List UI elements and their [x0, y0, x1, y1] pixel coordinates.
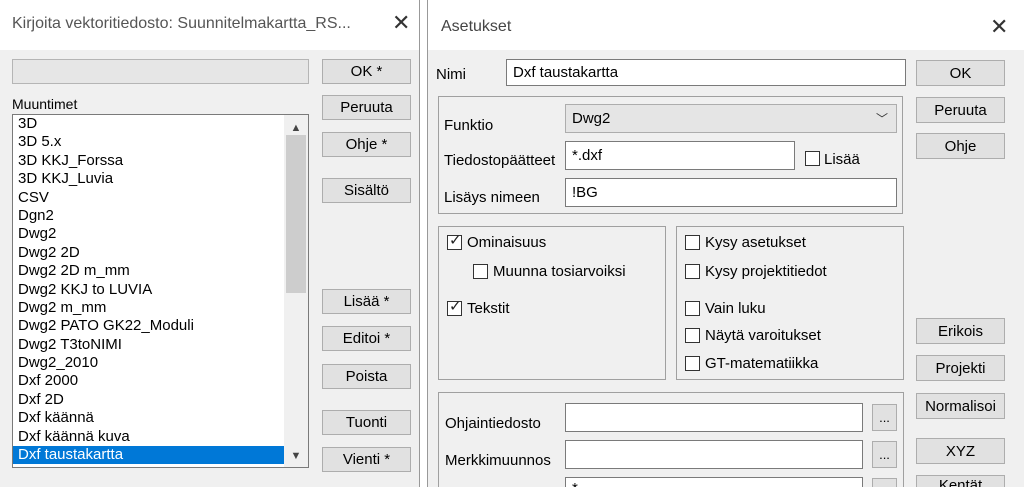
help-button[interactable]: Ohje * [322, 132, 411, 157]
show-warnings-label: Näytä varoitukset [705, 327, 821, 344]
list-item[interactable]: Dwg2 PATO GK22_Moduli [13, 317, 284, 335]
function-value: Dwg2 [572, 110, 611, 127]
ask-settings-label: Kysy asetukset [705, 234, 806, 251]
ask-settings-checkbox[interactable] [685, 235, 700, 250]
texts-checkbox-label: Tekstit [467, 300, 510, 317]
fields-button[interactable]: Kentät [916, 475, 1005, 487]
extension-field[interactable]: *.dxf [565, 141, 795, 170]
suffix-label: Lisäys nimeen [444, 189, 540, 206]
read-only-label: Vain luku [705, 300, 766, 317]
add-button[interactable]: Lisää * [322, 289, 411, 314]
list-item[interactable]: CSV [13, 189, 284, 207]
convert-real-values-checkbox[interactable] [473, 264, 488, 279]
browse-control-file-button[interactable]: ... [872, 404, 897, 431]
check-icon: ✓ [449, 232, 462, 249]
xyz-button[interactable]: XYZ [916, 438, 1005, 464]
list-item[interactable]: Dgn2 [13, 207, 284, 225]
ask-project-info-label: Kysy projektitiedot [705, 263, 827, 280]
texts-checkbox[interactable]: ✓ [447, 298, 462, 316]
list-item[interactable]: Dxf 2000 [13, 372, 284, 390]
scroll-thumb[interactable] [286, 135, 306, 293]
converters-label: Muuntimet [12, 96, 78, 112]
converters-listbox[interactable]: 3D 3D 5.x 3D KKJ_Forssa 3D KKJ_Luvia CSV Dgn2… [12, 114, 309, 468]
list-item[interactable]: 3D KKJ_Luvia [13, 170, 284, 188]
list-item[interactable]: Dxf 2D [13, 391, 284, 409]
name-field[interactable]: Dxf taustakartta [506, 59, 906, 86]
ask-project-info-checkbox[interactable] [685, 264, 700, 279]
content-button[interactable]: Sisältö [322, 178, 411, 203]
list-scrollbar[interactable]: ▲ ▼ [284, 115, 308, 467]
list-item[interactable]: Dwg2 KKJ to LUVIA [13, 281, 284, 299]
add-checkbox-label: Lisää [824, 151, 860, 168]
list-item[interactable]: Dxf taustakartta [13, 446, 284, 465]
suffix-field[interactable]: !BG [565, 178, 897, 207]
list-item[interactable]: Dxf käännä kuva [13, 428, 284, 446]
close-icon[interactable]: ✕ [392, 12, 410, 34]
char-conversion-label: Merkkimuunnos [445, 452, 551, 469]
normalize-button[interactable]: Normalisoi [916, 393, 1005, 419]
third-file-field[interactable]: * [565, 477, 863, 487]
converter-dialog: Kirjoita vektoritiedosto: Suunnitelmakar… [0, 0, 420, 487]
list-item[interactable]: Dwg2 2D m_mm [13, 262, 284, 280]
ok-button[interactable]: OK [916, 60, 1005, 86]
import-button[interactable]: Tuonti [322, 410, 411, 435]
file-path-field [12, 59, 309, 84]
delete-button[interactable]: Poista [322, 364, 411, 389]
check-icon: ✓ [449, 298, 462, 315]
list-item[interactable]: Dwg2 T3toNIMI [13, 336, 284, 354]
char-conversion-field[interactable] [565, 440, 863, 469]
help-button[interactable]: Ohje [916, 133, 1005, 159]
function-label: Funktio [444, 117, 494, 134]
scroll-down-icon[interactable]: ▼ [284, 447, 308, 465]
chevron-down-icon: ﹀ [875, 112, 888, 126]
read-only-checkbox[interactable] [685, 301, 700, 316]
cancel-button[interactable]: Peruuta [916, 97, 1005, 123]
add-checkbox[interactable] [805, 151, 820, 166]
close-icon[interactable]: ✕ [990, 16, 1008, 38]
function-combobox[interactable]: Dwg2 ﹀ [565, 104, 897, 133]
project-button[interactable]: Projekti [916, 355, 1005, 381]
settings-dialog: Asetukset ✕ Nimi Dxf taustakartta Funkti… [427, 0, 1024, 487]
ok-button[interactable]: OK * [322, 59, 411, 84]
attribute-checkbox-label: Ominaisuus [467, 234, 547, 251]
attribute-checkbox[interactable]: ✓ [447, 232, 462, 250]
export-button[interactable]: Vienti * [322, 447, 411, 472]
extension-label: Tiedostopäätteet [444, 152, 556, 169]
list-item[interactable]: Dwg2 2D [13, 244, 284, 262]
dialog-title: Kirjoita vektoritiedosto: Suunnitelmakar… [12, 15, 351, 32]
special-button[interactable]: Erikois [916, 318, 1005, 344]
list-item[interactable]: Dxf käännä [13, 409, 284, 427]
show-warnings-checkbox[interactable] [685, 328, 700, 343]
control-file-label: Ohjaintiedosto [445, 415, 541, 432]
list-item[interactable]: 3D 5.x [13, 133, 284, 151]
name-label: Nimi [436, 66, 466, 83]
converters-list: 3D 3D 5.x 3D KKJ_Forssa 3D KKJ_Luvia CSV Dgn2… [13, 115, 284, 465]
list-item[interactable]: Dwg2 [13, 225, 284, 243]
list-item[interactable]: Dwg2_2010 [13, 354, 284, 372]
gt-math-label: GT-matematiikka [705, 355, 819, 372]
gt-math-checkbox[interactable] [685, 356, 700, 371]
browse-third-button[interactable]: ... [872, 478, 897, 487]
title-bar: Asetukset ✕ [428, 0, 1024, 50]
dialog-title: Asetukset [441, 18, 512, 35]
control-file-field[interactable] [565, 403, 863, 432]
list-item[interactable]: 3D [13, 115, 284, 133]
title-bar: Kirjoita vektoritiedosto: Suunnitelmakar… [0, 0, 419, 50]
list-item[interactable]: Dwg2 m_mm [13, 299, 284, 317]
edit-button[interactable]: Editoi * [322, 326, 411, 351]
list-item[interactable]: 3D KKJ_Forssa [13, 152, 284, 170]
cancel-button[interactable]: Peruuta [322, 95, 411, 120]
convert-real-values-label: Muunna tosiarvoiksi [493, 263, 626, 280]
browse-char-conversion-button[interactable]: ... [872, 441, 897, 468]
